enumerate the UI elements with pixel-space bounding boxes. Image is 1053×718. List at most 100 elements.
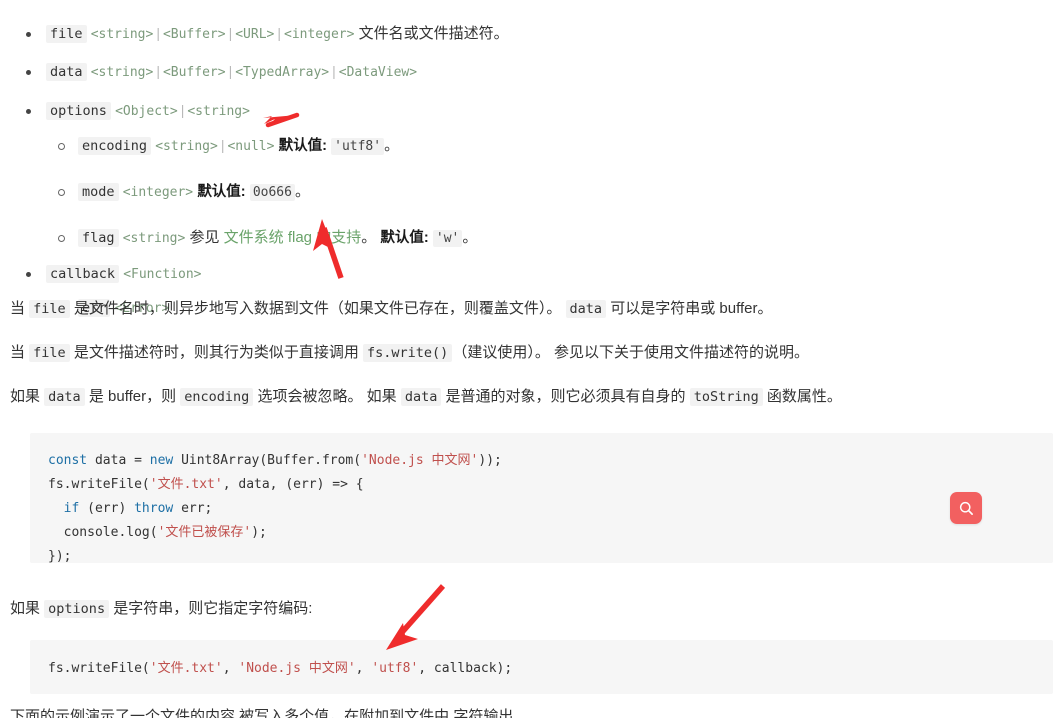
text-fragment: 是 buffer，则 [84, 388, 181, 405]
inline-code-options: options [44, 600, 110, 618]
default-value: 0o666 [249, 184, 295, 201]
inline-code-data: data [44, 388, 85, 406]
default-value: 'w' [432, 230, 463, 247]
code-token-text: }); [48, 549, 72, 563]
text-fragment: 可以是字符串或 buffer。 [606, 300, 773, 317]
code-token-text: , callback); [418, 661, 513, 676]
doc-page: file <string> | <Buffer> | <URL> | <integer> 文… [0, 23, 1053, 718]
text-fragment: 如果 [10, 600, 45, 617]
code-token-text: data [87, 453, 135, 468]
param-item-data: data <string> | <Buffer> | <TypedArray> | <Dat… [0, 61, 1053, 83]
code-token-text: Uint8Array(Buffer.from( [173, 453, 362, 468]
paragraph-options-as-string: 如果 options 是字符串，则它指定字符编码: [10, 598, 1040, 620]
text-fragment: 是普通的对象，则它必须具有自身的 [441, 388, 690, 405]
param-name-options: options [46, 102, 111, 120]
option-name-mode: mode [78, 183, 119, 201]
clipped-bottom-paragraph: 下面的示例演示了一个文件的内容 被写入多个值，在附加到文件中 字符输出 [10, 707, 1040, 718]
code-token-keyword: new [149, 453, 174, 468]
inline-code-data: data [400, 388, 442, 406]
code-token-text: (err) [79, 501, 135, 516]
text-fragment: 选项会被忽略。 如果 [253, 388, 401, 405]
default-label: 默认值: [197, 184, 246, 200]
param-name-callback: callback [46, 265, 120, 283]
code-token-text: )); [478, 453, 502, 468]
type-separator: | [277, 25, 281, 41]
inline-code-encoding: encoding [180, 388, 254, 406]
param-item-file: file <string> | <Buffer> | <URL> | <integer> 文… [0, 23, 1053, 45]
default-label: 默认值: [380, 230, 429, 246]
param-type[interactable]: <Function> [123, 267, 201, 282]
type-separator: | [156, 63, 160, 79]
code-token-string: '文件.txt' [149, 477, 223, 492]
param-type[interactable]: <integer> [284, 27, 354, 42]
default-value: 'utf8' [331, 138, 385, 155]
code-token-text: fs.writeFile( [48, 477, 150, 492]
sentence-end: 。 [294, 183, 310, 200]
sentence-end: 。 [384, 137, 400, 154]
code-block-writefile-buffer[interactable]: const data = new Uint8Array(Buffer.from(… [30, 433, 1053, 563]
inline-code-fs-write: fs.write() [363, 344, 453, 362]
code-token-text: fs.writeFile( [48, 661, 150, 676]
option-type[interactable]: <string> [123, 231, 186, 246]
param-type[interactable]: <string> [91, 27, 154, 42]
param-name-file: file [46, 25, 87, 43]
options-sub-list: encoding <string> | <null> 默认值: 'utf8'。 mo… [46, 135, 1053, 249]
parameter-list: file <string> | <Buffer> | <URL> | <integer> 文… [0, 23, 1053, 319]
code-token-text: = [134, 453, 150, 468]
inline-code-file: file [29, 300, 70, 318]
text-fragment: 函数属性。 [762, 388, 842, 405]
param-description: 文件名或文件描述符。 [358, 25, 509, 42]
link-suffix: 。 [361, 229, 377, 246]
param-type[interactable]: <Buffer> [163, 65, 226, 80]
option-name-flag: flag [78, 229, 119, 247]
see-prefix: 参见 [189, 229, 220, 246]
code-token-string: 'Node.js 中文网' [361, 453, 479, 468]
code-token-text: err; [173, 501, 213, 516]
inline-code-data: data [565, 300, 607, 318]
option-type[interactable]: <integer> [123, 185, 193, 200]
type-separator: | [180, 102, 185, 118]
text-fragment: 如果 [10, 388, 45, 405]
text-fragment: 是文件名时，则异步地写入数据到文件（如果文件已存在，则覆盖文件）。 [69, 300, 566, 317]
option-item-mode: mode <integer> 默认值: 0o666。 [46, 181, 1053, 203]
search-icon [959, 501, 973, 515]
type-separator: | [228, 63, 233, 79]
flag-support-link[interactable]: 文件系统 flag 的支持 [224, 229, 362, 246]
option-type[interactable]: <null> [227, 139, 274, 154]
option-name-encoding: encoding [78, 137, 152, 155]
type-separator: | [156, 25, 160, 41]
code-token-text: , [355, 661, 372, 676]
param-type[interactable]: <Object> [115, 104, 178, 119]
param-type[interactable]: <Buffer> [163, 27, 226, 42]
default-label: 默认值: [278, 138, 327, 154]
paragraph-data-buffer: 如果 data 是 buffer，则 encoding 选项会被忽略。 如果 d… [10, 386, 1040, 408]
param-type[interactable]: <string> [187, 104, 250, 119]
code-token-string: '文件已被保存' [157, 525, 252, 540]
type-separator: | [228, 25, 233, 41]
option-item-flag: flag <string> 参见 文件系统 flag 的支持。 默认值: 'w'… [46, 227, 1053, 249]
text-fragment: 是文件描述符时，则其行为类似于直接调用 [69, 344, 364, 361]
code-token-text: , [222, 661, 239, 676]
param-type[interactable]: <TypedArray> [235, 65, 329, 80]
sentence-end: 。 [462, 229, 478, 246]
code-token-string: '文件.txt' [149, 661, 223, 676]
param-name-data: data [46, 63, 87, 81]
code-token-text: , data, (err) => { [222, 477, 364, 492]
text-fragment: （建议使用）。 参见以下关于使用文件描述符的说明。 [452, 344, 809, 361]
param-type[interactable]: <string> [91, 65, 154, 80]
text-fragment: 当 [10, 344, 30, 361]
code-token-string: 'Node.js 中文网' [238, 661, 356, 676]
paragraph-file-as-name: 当 file 是文件名时，则异步地写入数据到文件（如果文件已存在，则覆盖文件）。… [10, 298, 1040, 320]
code-token-text: ); [251, 525, 267, 540]
param-type[interactable]: <URL> [235, 27, 274, 42]
code-token-text: console.log( [48, 525, 158, 540]
search-button[interactable] [950, 492, 982, 524]
code-block-writefile-encoding[interactable]: fs.writeFile('文件.txt', 'Node.js 中文网', 'u… [30, 640, 1053, 694]
code-token-keyword: const [48, 453, 88, 468]
clipped-text: 下面的示例演示了一个文件的内容 被写入多个值，在附加到文件中 字符输出 [10, 708, 514, 718]
paragraph-file-as-fd: 当 file 是文件描述符时，则其行为类似于直接调用 fs.write() （建议… [10, 342, 1040, 364]
text-fragment: 是字符串，则它指定字符编码: [109, 600, 313, 617]
option-type[interactable]: <string> [155, 139, 218, 154]
param-type[interactable]: <DataView> [339, 65, 417, 80]
